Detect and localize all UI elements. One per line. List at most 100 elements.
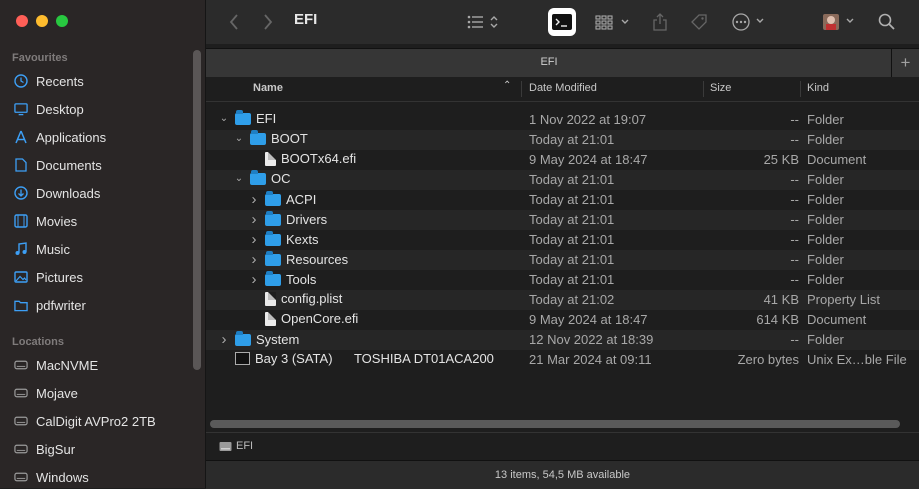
table-row[interactable]: ⌄ EFI 1 Nov 2022 at 19:07 -- Folder xyxy=(206,109,919,130)
sidebar-fav-movies[interactable]: Movies xyxy=(14,209,77,233)
disclosure-closed-icon[interactable]: › xyxy=(248,251,260,268)
sidebar-loc-bigsur[interactable]: BigSur xyxy=(14,437,75,461)
drive-icon xyxy=(14,414,28,428)
list-view-icon xyxy=(467,15,498,29)
forward-button[interactable] xyxy=(258,8,278,36)
table-row[interactable]: › ACPI Today at 21:01 -- Folder xyxy=(206,190,919,210)
column-date-modified[interactable]: Date Modified xyxy=(529,82,597,94)
size-cell: 41 KB xyxy=(763,292,799,307)
table-row[interactable]: › Resources Today at 21:01 -- Folder xyxy=(206,250,919,270)
grid-icon xyxy=(595,15,629,30)
column-divider[interactable] xyxy=(521,81,522,97)
kind-cell: Document xyxy=(807,312,867,327)
file-name: BOOTx64.efi xyxy=(281,151,357,166)
column-name[interactable]: Name xyxy=(253,82,283,94)
kind-cell: Folder xyxy=(807,232,844,247)
sort-ascending-icon[interactable]: ⌃ xyxy=(503,80,511,91)
table-row[interactable]: › Drivers Today at 21:01 -- Folder xyxy=(206,210,919,230)
document-file-icon xyxy=(265,291,276,306)
share-button[interactable] xyxy=(650,8,670,36)
file-name: ACPI xyxy=(286,192,317,207)
sidebar-fav-applications[interactable]: Applications xyxy=(14,125,106,149)
horizontal-scrollbar[interactable] xyxy=(210,420,900,428)
zoom-window-button[interactable] xyxy=(56,15,68,27)
close-window-button[interactable] xyxy=(16,15,28,27)
size-cell: -- xyxy=(790,172,799,187)
sidebar-loc-mojave[interactable]: Mojave xyxy=(14,381,78,405)
file-name: Resources xyxy=(286,252,349,267)
kind-cell: Folder xyxy=(807,212,844,227)
sidebar-fav-documents[interactable]: Documents xyxy=(14,153,102,177)
date-cell: Today at 21:01 xyxy=(529,132,615,147)
column-size[interactable]: Size xyxy=(710,82,731,94)
table-row[interactable]: BOOTx64.efi 9 May 2024 at 18:47 25 KB Docum… xyxy=(206,150,919,170)
back-button[interactable] xyxy=(224,8,244,36)
table-row[interactable]: ⌄ OC Today at 21:01 -- Folder xyxy=(206,169,919,190)
view-options-button[interactable] xyxy=(464,8,504,36)
tag-icon xyxy=(691,14,707,30)
path-bar: EFI xyxy=(206,432,919,459)
size-cell: -- xyxy=(790,232,799,247)
search-button[interactable] xyxy=(876,8,898,36)
sidebar-fav-pictures[interactable]: Pictures xyxy=(14,265,83,289)
table-row[interactable]: › Tools Today at 21:01 -- Folder xyxy=(206,270,919,290)
sidebar-scrollbar[interactable] xyxy=(193,50,201,370)
folder-icon xyxy=(235,109,251,125)
kind-cell: Folder xyxy=(807,332,844,347)
table-row[interactable]: config.plist Today at 21:02 41 KB Property … xyxy=(206,290,919,310)
sidebar-loc-caldigit-avpro2-2tb[interactable]: CalDigit AVPro2 2TB xyxy=(14,409,156,433)
minimize-window-button[interactable] xyxy=(36,15,48,27)
table-row[interactable]: OpenCore.efi 9 May 2024 at 18:47 614 KB Doc… xyxy=(206,310,919,330)
sidebar-fav-pdfwriter[interactable]: pdfwriter xyxy=(14,293,86,317)
terminal-button[interactable] xyxy=(548,8,576,36)
sidebar-fav-music[interactable]: Music xyxy=(14,237,70,261)
disclosure-closed-icon[interactable]: › xyxy=(248,231,260,248)
drive-icon xyxy=(14,358,28,372)
path-item-efi[interactable]: EFI xyxy=(219,440,253,452)
disclosure-closed-icon[interactable]: › xyxy=(218,331,230,348)
disclosure-open-icon[interactable]: ⌄ xyxy=(218,113,230,124)
sidebar-item-label: Recents xyxy=(36,73,84,89)
sidebar-loc-windows[interactable]: Windows xyxy=(14,465,89,489)
kind-cell: Property List xyxy=(807,292,880,307)
kind-cell: Folder xyxy=(807,172,844,187)
film-icon xyxy=(14,214,28,228)
tab-efi[interactable]: EFI xyxy=(206,56,892,68)
desktop-icon xyxy=(14,102,28,116)
disclosure-closed-icon[interactable]: › xyxy=(248,271,260,288)
more-actions-button[interactable] xyxy=(730,8,770,36)
sidebar-fav-downloads[interactable]: Downloads xyxy=(14,181,100,205)
size-cell: -- xyxy=(790,192,799,207)
sidebar-fav-desktop[interactable]: Desktop xyxy=(14,97,84,121)
disclosure-closed-icon[interactable]: › xyxy=(248,191,260,208)
size-cell: -- xyxy=(790,252,799,267)
table-row[interactable]: Bay 3 (SATA) TOSHIBA DT01ACA200 21 Mar 20… xyxy=(206,350,919,370)
sidebar-item-label: BigSur xyxy=(36,441,76,457)
table-row[interactable]: › System 12 Nov 2022 at 18:39 -- Folder xyxy=(206,330,919,350)
disclosure-closed-icon[interactable]: › xyxy=(248,211,260,228)
sidebar-loc-macnvme[interactable]: MacNVME xyxy=(14,353,98,377)
sidebar-item-label: pdfwriter xyxy=(36,297,86,313)
new-tab-button[interactable]: + xyxy=(891,49,919,77)
tag-button[interactable] xyxy=(688,8,710,36)
disclosure-open-icon[interactable]: ⌄ xyxy=(233,133,245,144)
column-kind[interactable]: Kind xyxy=(807,82,829,94)
name-cell: ⌄ EFI xyxy=(218,109,276,126)
name-cell: › Drivers xyxy=(248,210,327,228)
size-cell: -- xyxy=(790,272,799,287)
sidebar-fav-recents[interactable]: Recents xyxy=(14,69,84,93)
column-divider[interactable] xyxy=(703,81,704,97)
size-cell: 614 KB xyxy=(756,312,799,327)
account-button[interactable] xyxy=(820,8,860,36)
table-row[interactable]: › Kexts Today at 21:01 -- Folder xyxy=(206,230,919,250)
file-list: ⌄ EFI 1 Nov 2022 at 19:07 -- Folder ⌄ BOOT Toda… xyxy=(206,109,919,370)
finder-main: EFI EFI + Name ⌃ Date Modified Size Kind… xyxy=(206,0,919,489)
applications-icon xyxy=(14,130,28,144)
kind-cell: Folder xyxy=(807,252,844,267)
name-cell: › Kexts xyxy=(248,230,319,248)
column-divider[interactable] xyxy=(800,81,801,97)
toolbar: EFI xyxy=(206,0,919,44)
disclosure-open-icon[interactable]: ⌄ xyxy=(233,173,245,184)
table-row[interactable]: ⌄ BOOT Today at 21:01 -- Folder xyxy=(206,129,919,150)
group-button[interactable] xyxy=(594,8,634,36)
